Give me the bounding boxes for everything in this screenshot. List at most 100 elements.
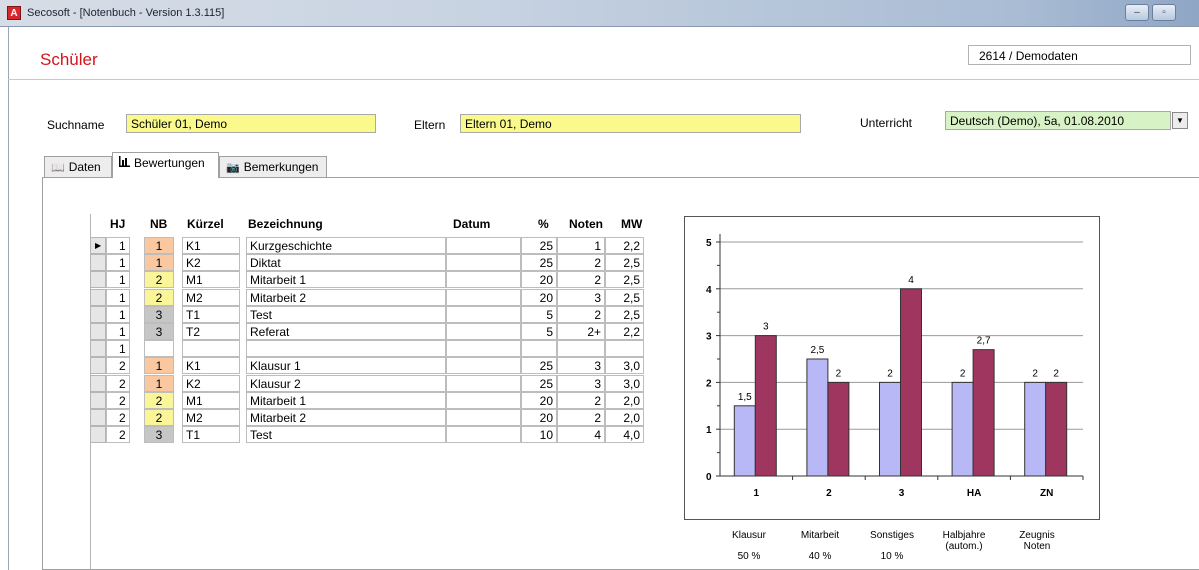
cell-kuerzel[interactable]: K2 (182, 254, 240, 272)
col-header-nb[interactable]: NB (150, 217, 167, 231)
cell-nb[interactable]: 3 (144, 426, 174, 444)
cell-nb[interactable]: 3 (144, 323, 174, 340)
cell-datum[interactable] (446, 426, 521, 444)
cell-nb[interactable]: 1 (144, 237, 174, 254)
cell-bezeichnung[interactable]: Mitarbeit 2 (246, 409, 446, 426)
cell-bezeichnung[interactable]: Referat (246, 323, 446, 340)
cell-bezeichnung[interactable]: Diktat (246, 254, 446, 272)
cell-bezeichnung[interactable]: Mitarbeit 2 (246, 288, 446, 306)
cell-datum[interactable] (446, 288, 521, 306)
cell-nb[interactable]: 1 (144, 357, 174, 375)
cell-kuerzel[interactable]: M1 (182, 391, 240, 409)
cell-prozent[interactable]: 25 (521, 374, 557, 392)
cell-nb[interactable] (144, 340, 174, 358)
cell-hj[interactable]: 1 (106, 340, 130, 358)
cell-kuerzel[interactable]: M2 (182, 288, 240, 306)
cell-prozent[interactable]: 5 (521, 305, 557, 323)
cell-kuerzel[interactable]: T2 (182, 323, 240, 340)
table-row[interactable]: 1 1 K2 Diktat 25 2 2,5 (90, 254, 644, 272)
col-header-hj[interactable]: HJ (110, 217, 125, 231)
cell-datum[interactable] (446, 254, 521, 272)
cell-mw[interactable]: 2,2 (605, 323, 644, 340)
cell-prozent[interactable]: 20 (521, 409, 557, 426)
col-header-noten[interactable]: Noten (569, 217, 603, 231)
cell-prozent[interactable]: 25 (521, 237, 557, 254)
cell-bezeichnung[interactable]: Mitarbeit 1 (246, 271, 446, 289)
cell-noten[interactable] (557, 340, 605, 358)
cell-noten[interactable]: 4 (557, 426, 605, 444)
cell-noten[interactable]: 2+ (557, 323, 605, 340)
tab-bemerkungen[interactable]: 📷 Bemerkungen (219, 156, 327, 177)
cell-noten[interactable]: 3 (557, 288, 605, 306)
ident-field[interactable]: 2614 / Demodaten (968, 45, 1191, 65)
col-header-kuerzel[interactable]: Kürzel (187, 217, 224, 231)
cell-prozent[interactable]: 25 (521, 254, 557, 272)
cell-noten[interactable]: 2 (557, 254, 605, 272)
row-selector[interactable] (90, 340, 106, 358)
cell-mw[interactable]: 3,0 (605, 357, 644, 375)
table-row[interactable]: 1 2 M2 Mitarbeit 2 20 3 2,5 (90, 288, 644, 306)
minimize-button[interactable]: – (1125, 4, 1149, 21)
cell-noten[interactable]: 2 (557, 271, 605, 289)
cell-hj[interactable]: 2 (106, 357, 130, 375)
table-row[interactable]: ▶ 1 1 K1 Kurzgeschichte 25 1 2,2 (90, 237, 644, 254)
table-row[interactable]: 2 1 K2 Klausur 2 25 3 3,0 (90, 374, 644, 392)
cell-hj[interactable]: 2 (106, 391, 130, 409)
cell-nb[interactable]: 2 (144, 271, 174, 289)
cell-prozent[interactable]: 20 (521, 288, 557, 306)
cell-kuerzel[interactable]: M1 (182, 271, 240, 289)
cell-mw[interactable]: 2,0 (605, 409, 644, 426)
cell-datum[interactable] (446, 323, 521, 340)
cell-mw[interactable]: 4,0 (605, 426, 644, 444)
cell-prozent[interactable]: 25 (521, 357, 557, 375)
suchname-field[interactable]: Schüler 01, Demo (126, 114, 376, 133)
cell-nb[interactable]: 2 (144, 288, 174, 306)
cell-bezeichnung[interactable]: Test (246, 305, 446, 323)
cell-prozent[interactable]: 20 (521, 391, 557, 409)
cell-nb[interactable]: 2 (144, 409, 174, 426)
cell-mw[interactable]: 2,0 (605, 391, 644, 409)
table-row[interactable]: 1 3 T2 Referat 5 2+ 2,2 (90, 323, 644, 340)
cell-mw[interactable]: 3,0 (605, 374, 644, 392)
table-row[interactable]: 1 (90, 340, 644, 358)
cell-nb[interactable]: 1 (144, 374, 174, 392)
cell-noten[interactable]: 2 (557, 409, 605, 426)
row-selector[interactable] (90, 271, 106, 289)
cell-datum[interactable] (446, 391, 521, 409)
cell-hj[interactable]: 2 (106, 426, 130, 444)
cell-bezeichnung[interactable]: Klausur 2 (246, 374, 446, 392)
cell-kuerzel[interactable]: M2 (182, 409, 240, 426)
cell-noten[interactable]: 1 (557, 237, 605, 254)
eltern-field[interactable]: Eltern 01, Demo (460, 114, 801, 133)
tab-daten[interactable]: 📖 Daten (44, 156, 112, 177)
row-selector[interactable] (90, 288, 106, 306)
chevron-down-icon[interactable]: ▼ (1172, 112, 1188, 129)
row-selector[interactable] (90, 305, 106, 323)
cell-hj[interactable]: 2 (106, 409, 130, 426)
col-header-datum[interactable]: Datum (453, 217, 490, 231)
cell-prozent[interactable] (521, 340, 557, 358)
cell-noten[interactable]: 3 (557, 374, 605, 392)
row-selector[interactable] (90, 391, 106, 409)
table-row[interactable]: 2 1 K1 Klausur 1 25 3 3,0 (90, 357, 644, 375)
table-row[interactable]: 2 2 M1 Mitarbeit 1 20 2 2,0 (90, 391, 644, 409)
cell-bezeichnung[interactable]: Klausur 1 (246, 357, 446, 375)
cell-hj[interactable]: 1 (106, 237, 130, 254)
cell-noten[interactable]: 2 (557, 391, 605, 409)
cell-nb[interactable]: 3 (144, 305, 174, 323)
col-header-mw[interactable]: MW (621, 217, 642, 231)
cell-mw[interactable]: 2,5 (605, 288, 644, 306)
cell-noten[interactable]: 2 (557, 305, 605, 323)
cell-prozent[interactable]: 10 (521, 426, 557, 444)
cell-prozent[interactable]: 5 (521, 323, 557, 340)
cell-hj[interactable]: 1 (106, 323, 130, 340)
cell-datum[interactable] (446, 340, 521, 358)
cell-mw[interactable]: 2,5 (605, 305, 644, 323)
cell-bezeichnung[interactable] (246, 340, 446, 358)
col-header-prozent[interactable]: % (538, 217, 549, 231)
row-selector[interactable] (90, 357, 106, 375)
cell-prozent[interactable]: 20 (521, 271, 557, 289)
cell-datum[interactable] (446, 374, 521, 392)
cell-kuerzel[interactable]: K2 (182, 374, 240, 392)
cell-noten[interactable]: 3 (557, 357, 605, 375)
